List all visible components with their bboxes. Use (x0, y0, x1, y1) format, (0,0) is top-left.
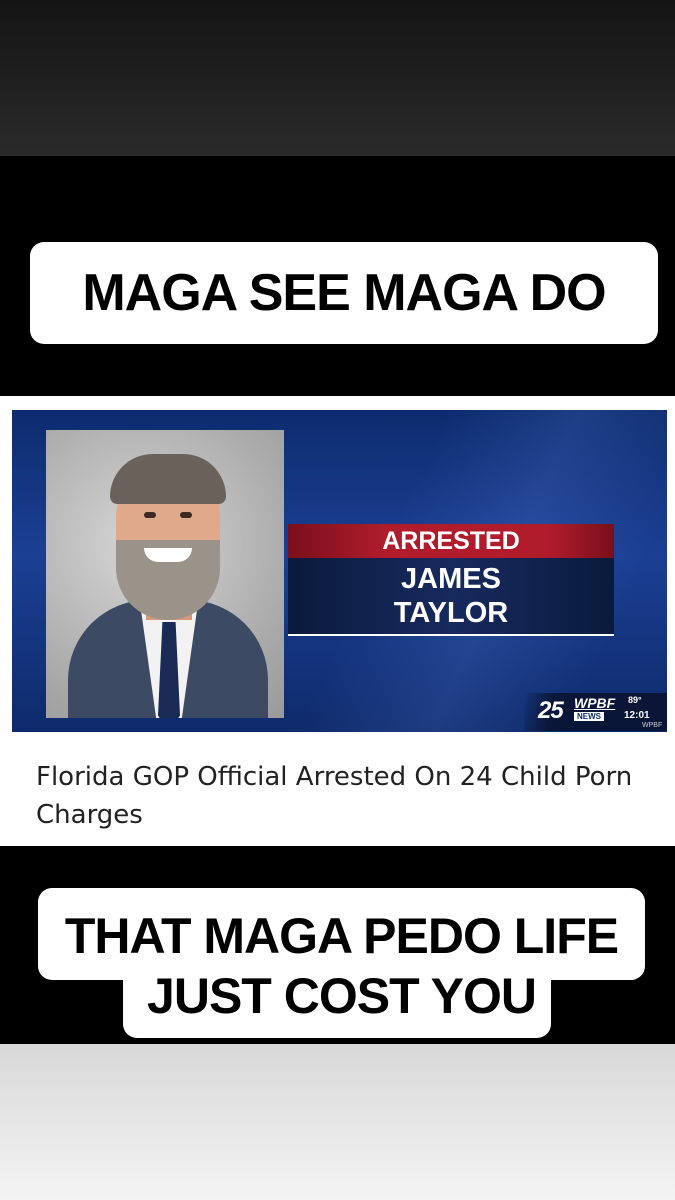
bottom-gradient-band (0, 1044, 675, 1200)
news-screenshot: ARRESTED JAMES TAYLOR 25 WPBF NEWS 89° 1… (12, 410, 667, 732)
caption-text: THAT MAGA PEDO LIFE JUST COST YOU (38, 906, 645, 1026)
top-caption: MAGA SEE MAGA DO (30, 242, 658, 344)
station-logo: 25 WPBF NEWS 89° 12:01 WPBF (524, 693, 667, 731)
arrested-label: ARRESTED (288, 524, 614, 558)
top-gradient-band (0, 0, 675, 156)
channel-number: 25 (538, 697, 564, 724)
call-sign: WPBF (574, 695, 616, 711)
clock-time: 12:01 (624, 710, 650, 721)
mugshot-photo (46, 430, 284, 718)
lower-third-graphic: ARRESTED JAMES TAYLOR (288, 524, 614, 636)
bottom-caption: THAT MAGA PEDO LIFE JUST COST YOU (38, 888, 645, 1038)
name-first: JAMES (401, 563, 501, 595)
article-headline[interactable]: Florida GOP Official Arrested On 24 Chil… (36, 758, 636, 834)
temperature: 89° (628, 695, 642, 705)
caption-line1: THAT MAGA PEDO LIFE (64, 908, 619, 964)
name-plate: JAMES TAYLOR (288, 558, 614, 636)
news-card[interactable]: ARRESTED JAMES TAYLOR 25 WPBF NEWS 89° 1… (0, 396, 675, 846)
name-last: TAYLOR (393, 597, 509, 629)
corner-watermark: WPBF (642, 722, 663, 729)
caption-line2: JUST COST YOU (147, 968, 537, 1024)
news-tag: NEWS (574, 712, 604, 721)
